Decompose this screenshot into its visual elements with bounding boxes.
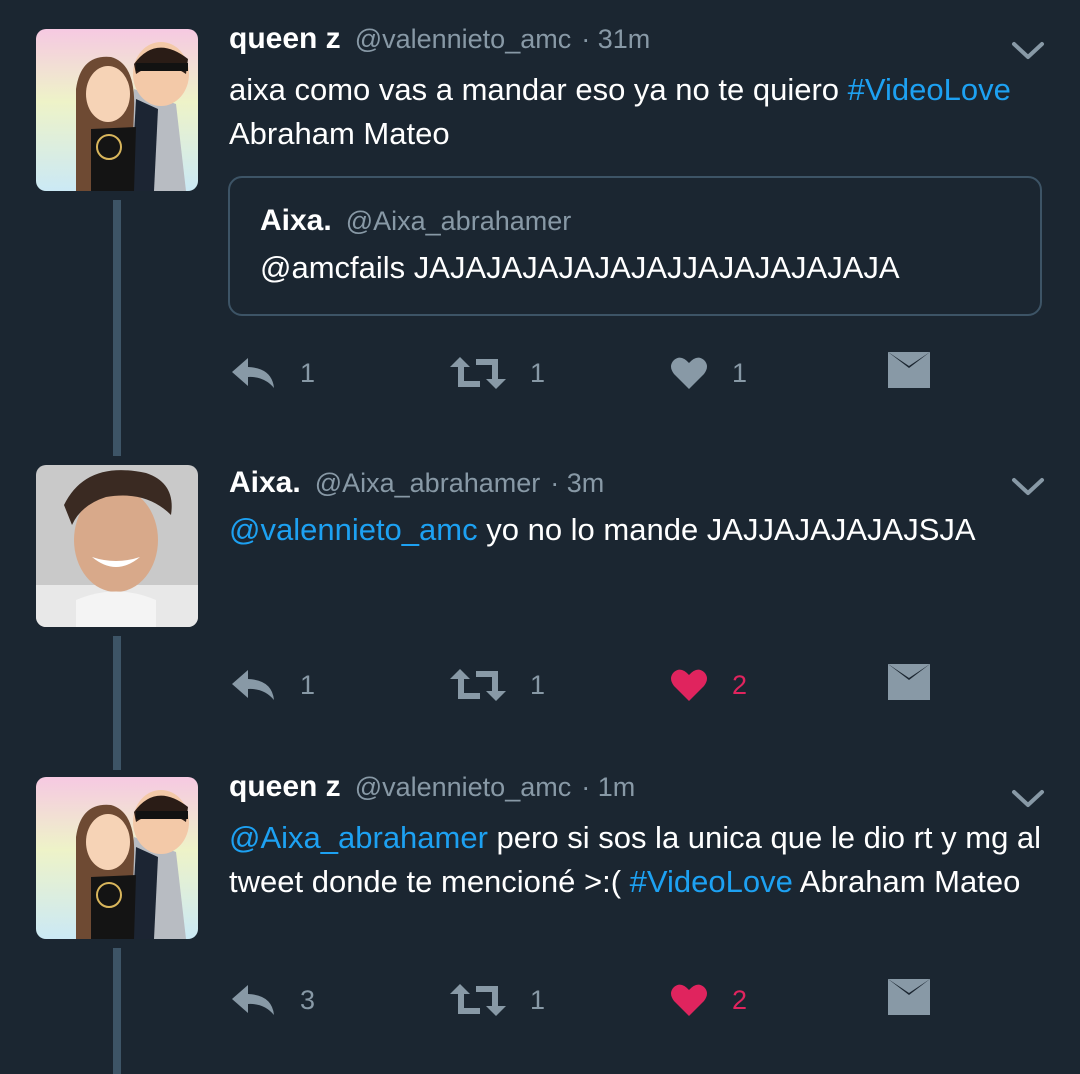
chevron-down-icon[interactable] [1010,40,1046,62]
avatar[interactable] [36,465,198,627]
retweet-button[interactable]: 1 [450,348,545,398]
tweet[interactable]: Aixa. @Aixa_abrahamer · 3m @valennieto_a… [0,456,1080,756]
reply-count: 1 [300,357,316,388]
direct-message-button[interactable] [888,664,930,700]
tweet-text-part: Abraham Mateo [792,864,1021,899]
tweet-actions: 1 1 1 [0,348,1080,398]
mention-link[interactable]: @Aixa_abrahamer [229,820,488,855]
retweet-count: 1 [530,357,546,388]
reply-button[interactable]: 1 [230,348,315,398]
author-name[interactable]: Aixa. [229,466,301,500]
tweet-text: aixa como vas a mandar eso ya no te quie… [229,68,1049,156]
quoted-tweet-text: @amcfails JAJAJAJAJAJAJAJJAJAJAJAJAJA [260,250,900,285]
tweet-text: @Aixa_abrahamer pero si sos la unica que… [229,816,1049,904]
retweet-icon [450,984,506,1016]
retweet-count: 1 [530,669,546,700]
author-handle[interactable]: @Aixa_abrahamer [315,468,541,499]
timestamp[interactable]: · 1m [581,772,635,803]
hashtag-link[interactable]: #VideoLove [630,864,793,899]
heart-icon [671,357,707,389]
timestamp[interactable]: · 3m [550,468,604,499]
like-count: 1 [732,357,748,388]
direct-message-icon [888,979,930,1015]
avatar[interactable] [36,29,198,191]
avatar[interactable] [36,777,198,939]
retweet-icon [450,357,506,389]
direct-message-button[interactable] [888,352,930,388]
tweet-text-part: aixa como vas a mandar eso ya no te quie… [229,72,848,107]
like-button[interactable]: 1 [670,348,747,398]
author-handle[interactable]: @valennieto_amc [355,24,572,55]
quoted-author-name: Aixa. [260,204,332,237]
author-handle[interactable]: @valennieto_amc [355,772,572,803]
quoted-author-handle: @Aixa_abrahamer [345,206,572,236]
direct-message-icon [888,352,930,388]
like-button[interactable]: 2 [670,660,747,710]
reply-button[interactable]: 3 [230,975,315,1025]
tweet-text-part: Abraham Mateo [229,116,450,151]
reply-icon [232,985,274,1015]
mention-link[interactable]: @valennieto_amc [229,512,478,547]
chevron-down-icon[interactable] [1010,788,1046,810]
reply-count: 1 [300,669,316,700]
timestamp[interactable]: · 31m [581,24,650,55]
reply-icon [232,358,274,388]
heart-icon [671,669,707,701]
direct-message-button[interactable] [888,979,930,1015]
author-name[interactable]: queen z [229,770,341,804]
tweet-actions: 1 1 2 [0,660,1080,710]
tweet-text-part: yo no lo mande JAJJAJAJAJAJSJA [477,512,976,547]
reply-button[interactable]: 1 [230,660,315,710]
chevron-down-icon[interactable] [1010,476,1046,498]
tweet-text: @valennieto_amc yo no lo mande JAJJAJAJA… [229,508,1049,552]
retweet-button[interactable]: 1 [450,975,545,1025]
retweet-button[interactable]: 1 [450,660,545,710]
quoted-tweet[interactable]: Aixa. @Aixa_abrahamer @amcfails JAJAJAJA… [228,176,1042,316]
tweet[interactable]: queen z @valennieto_amc · 1m @Aixa_abrah… [0,768,1080,1074]
retweet-icon [450,669,506,701]
tweet-actions: 3 1 2 [0,975,1080,1025]
hashtag-link[interactable]: #VideoLove [848,72,1011,107]
reply-icon [232,670,274,700]
retweet-count: 1 [530,984,546,1015]
like-count: 2 [732,669,748,700]
reply-count: 3 [300,984,316,1015]
like-button[interactable]: 2 [670,975,747,1025]
like-count: 2 [732,984,748,1015]
direct-message-icon [888,664,930,700]
author-name[interactable]: queen z [229,22,341,56]
tweet[interactable]: queen z @valennieto_amc · 31m aixa como … [0,0,1080,440]
heart-icon [671,984,707,1016]
